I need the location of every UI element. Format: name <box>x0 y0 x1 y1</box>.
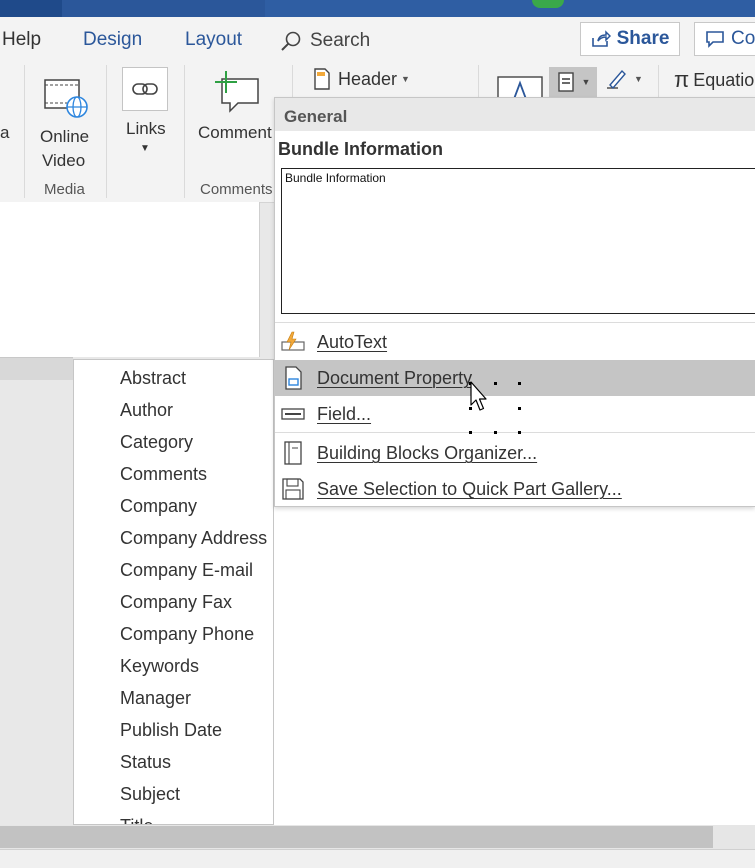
share-label: Share <box>616 28 670 49</box>
document-gutter <box>0 357 73 380</box>
title-bar-band <box>0 0 62 17</box>
menu-separator <box>275 432 755 433</box>
header-icon <box>314 68 330 90</box>
search-placeholder: Search <box>310 30 371 51</box>
group-separator <box>24 65 25 198</box>
equation-label: Equatio <box>693 69 755 90</box>
gallery-item-preview[interactable]: Bundle Information <box>281 168 755 314</box>
header-button[interactable]: Header ▼ <box>312 67 410 91</box>
property-item[interactable]: Subject <box>120 784 180 805</box>
links-label: Links <box>126 119 166 138</box>
document-property-submenu: Abstract Author Category Comments Company Com… <box>73 359 274 825</box>
gallery-item-title: Bundle Information <box>278 139 443 159</box>
field-icon <box>281 408 305 420</box>
document-page[interactable] <box>0 202 260 357</box>
title-bar-decoration <box>265 0 755 17</box>
share-icon <box>591 30 611 47</box>
online-video-label-1: Online <box>40 127 90 146</box>
status-bar <box>0 849 755 868</box>
property-item[interactable]: Manager <box>120 688 191 709</box>
document-canvas[interactable] <box>274 505 755 825</box>
link-chain-icon <box>132 83 158 95</box>
property-item[interactable]: Company Fax <box>120 592 232 613</box>
property-item[interactable]: Title <box>120 816 153 824</box>
menu-item-save-selection[interactable]: Save Selection to Quick Part Gallery... <box>275 471 755 507</box>
new-comment-icon <box>215 71 259 113</box>
selection-handle <box>518 431 521 434</box>
menu-item-label: Building Blocks Organizer... <box>317 443 538 463</box>
comments-label: Co <box>731 28 755 49</box>
menu-item-document-property[interactable]: Document Property <box>275 360 755 396</box>
share-button[interactable]: Share <box>580 22 680 56</box>
selection-handle <box>518 382 521 385</box>
selection-handle <box>469 431 472 434</box>
tab-design[interactable]: Design <box>83 29 142 51</box>
links-dropdown-arrow: ▼ <box>140 143 150 154</box>
property-item[interactable]: Abstract <box>120 368 186 389</box>
property-item[interactable]: Publish Date <box>120 720 222 741</box>
online-video-button[interactable]: Online Video <box>32 71 100 181</box>
equation-button[interactable]: π Equatio <box>674 67 754 93</box>
online-video-label-2: Video <box>42 151 86 170</box>
quick-parts-menu: General Bundle Information Bundle Inform… <box>274 97 755 507</box>
signature-dropdown-arrow: ▼ <box>634 74 643 84</box>
group-label-comments: Comments <box>200 181 273 198</box>
menu-item-label: AutoText <box>317 332 388 352</box>
menu-item-autotext[interactable]: AutoText <box>275 324 755 360</box>
links-icon-frame <box>122 67 168 111</box>
search-icon <box>281 31 301 51</box>
building-blocks-icon <box>284 441 302 465</box>
scrollbar-thumb[interactable] <box>0 826 713 848</box>
selection-handle <box>494 431 497 434</box>
comment-bubble-icon <box>706 31 724 48</box>
signature-line-button[interactable]: ▼ <box>604 67 643 91</box>
quick-parts-button[interactable]: ▼ <box>549 67 597 97</box>
links-button[interactable]: Links ▼ <box>118 65 174 165</box>
menu-separator <box>275 322 755 323</box>
title-bar <box>0 0 755 17</box>
gallery-item-preview-text: Bundle Information <box>285 171 386 185</box>
group-separator <box>106 65 107 198</box>
property-item[interactable]: Category <box>120 432 193 453</box>
property-item[interactable]: Company E-mail <box>120 560 253 581</box>
property-item[interactable]: Author <box>120 400 173 421</box>
selection-handle <box>518 407 521 410</box>
autotext-icon <box>281 331 305 351</box>
menu-item-label: Save Selection to Quick Part Gallery... <box>317 479 622 499</box>
mouse-cursor-icon <box>470 381 487 411</box>
new-comment-button[interactable]: Comment <box>198 67 274 177</box>
property-item[interactable]: Status <box>120 752 171 773</box>
ribbon-partial-label: a <box>0 123 10 142</box>
property-item[interactable]: Comments <box>120 464 207 485</box>
gallery-section-header: General <box>275 98 755 131</box>
menu-item-label: Document Property <box>317 368 473 388</box>
comments-button[interactable]: Co <box>694 22 755 56</box>
property-item[interactable]: Company Phone <box>120 624 254 645</box>
selection-handle <box>494 382 497 385</box>
menu-item-label: Field... <box>317 404 372 424</box>
property-item[interactable]: Company Address <box>120 528 267 549</box>
pi-icon: π <box>674 67 690 92</box>
tab-layout[interactable]: Layout <box>185 29 242 51</box>
horizontal-scrollbar[interactable] <box>0 825 755 849</box>
property-item[interactable]: Company <box>120 496 197 517</box>
quick-parts-dropdown-arrow: ▼ <box>581 77 591 87</box>
document-property-icon <box>285 366 302 390</box>
tab-help[interactable]: Help <box>2 29 41 51</box>
online-video-icon <box>44 79 88 118</box>
quick-parts-icon <box>557 72 574 92</box>
tell-me-search[interactable]: Search <box>280 27 370 55</box>
signature-pen-icon <box>607 69 626 90</box>
group-label-media: Media <box>44 181 85 198</box>
menu-item-field[interactable]: Field... <box>275 396 755 432</box>
property-item[interactable]: Keywords <box>120 656 199 677</box>
header-label: Header <box>338 68 398 89</box>
save-selection-icon <box>282 478 304 500</box>
comment-label: Comment <box>198 123 272 142</box>
header-dropdown-arrow: ▼ <box>401 74 410 84</box>
ribbon-tab-bar: Help Design Layout Search Share Co <box>0 17 755 65</box>
group-separator <box>184 65 185 198</box>
user-avatar[interactable] <box>532 0 564 8</box>
menu-item-building-blocks-organizer[interactable]: Building Blocks Organizer... <box>275 435 755 471</box>
